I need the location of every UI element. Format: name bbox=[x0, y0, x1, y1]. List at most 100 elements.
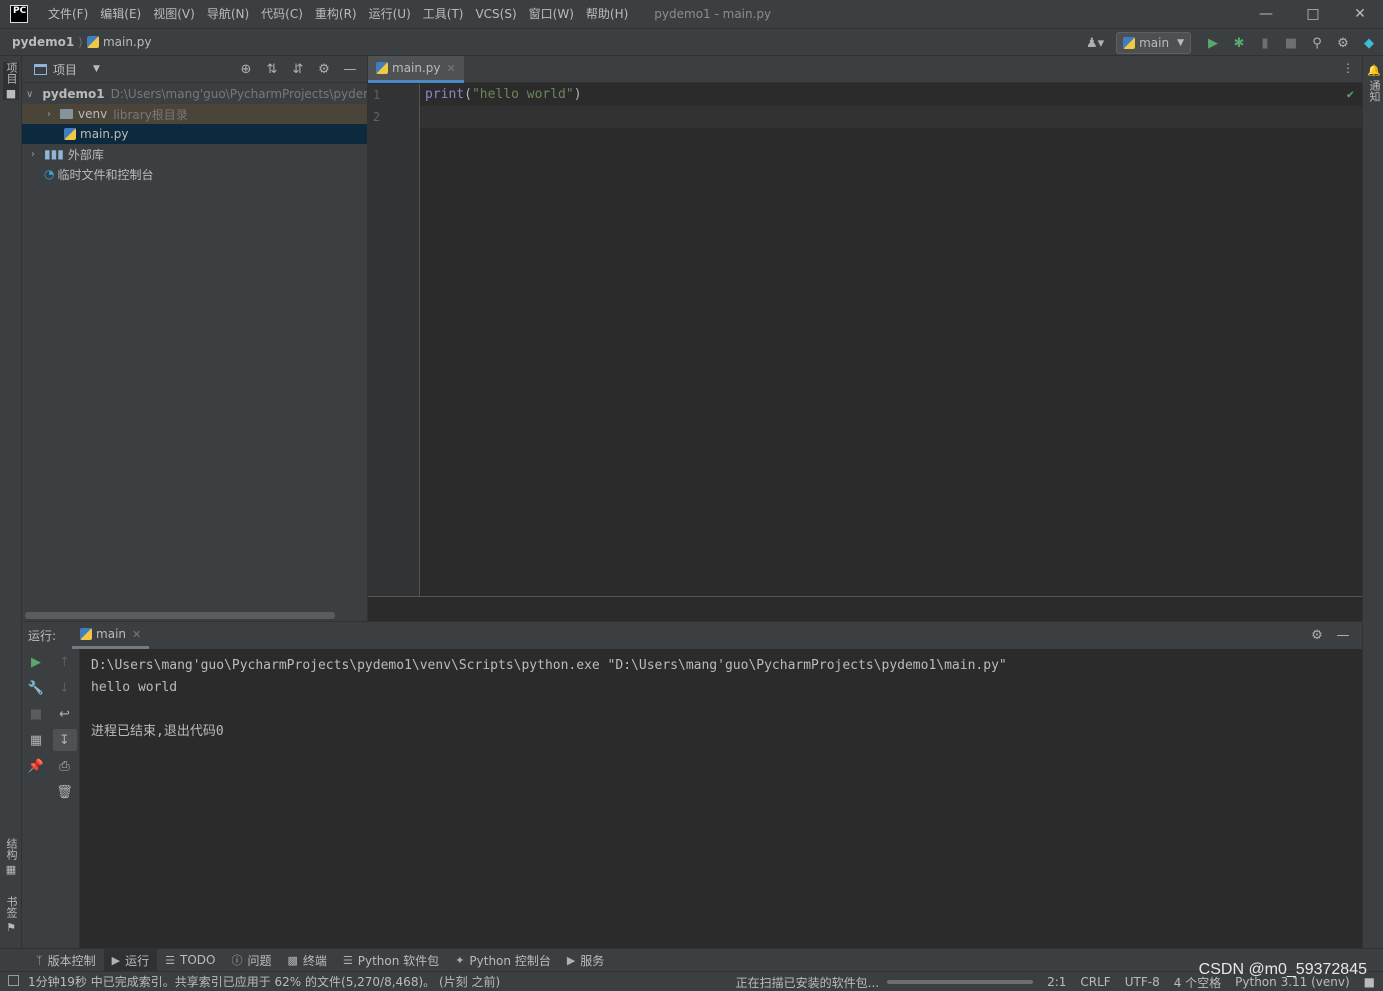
chevron-down-icon: ▼ bbox=[1177, 38, 1184, 48]
run-tab-label: main bbox=[96, 627, 127, 641]
menu-tools[interactable]: 工具(T) bbox=[417, 0, 470, 28]
locate-file-icon[interactable]: ⊕ bbox=[233, 62, 259, 77]
menu-edit[interactable]: 编辑(E) bbox=[94, 0, 147, 28]
tree-item-hint: library根目录 bbox=[113, 107, 188, 122]
bookmarks-tool-tab[interactable]: 书签 ⚑ bbox=[3, 896, 19, 934]
options-gear-icon[interactable]: ⚙ bbox=[311, 62, 337, 77]
notifications-tool-tab[interactable]: 🔔 通知 bbox=[1366, 64, 1382, 102]
tool-problems[interactable]: ⓘ 问题 bbox=[223, 949, 279, 972]
tool-version-control[interactable]: ᛉ 版本控制 bbox=[28, 949, 104, 972]
tab-main-py[interactable]: main.py ✕ bbox=[368, 56, 464, 83]
minimize-icon[interactable]: — bbox=[1243, 0, 1289, 28]
close-window-icon[interactable]: ✕ bbox=[1337, 0, 1383, 28]
scratches-icon: ◔ bbox=[44, 167, 55, 181]
collapse-all-icon[interactable]: ⇵ bbox=[285, 62, 311, 77]
run-panel-header: 运行: main ✕ ⚙ — bbox=[22, 622, 1362, 649]
inspection-ok-check-icon[interactable]: ✔ bbox=[1347, 87, 1354, 101]
menu-window[interactable]: 窗口(W) bbox=[523, 0, 580, 28]
soft-wrap-icon[interactable]: ↩ bbox=[53, 703, 77, 725]
menu-refactor[interactable]: 重构(R) bbox=[309, 0, 363, 28]
layers-icon: ☰ bbox=[342, 953, 353, 967]
tool-terminal[interactable]: ▩ 终端 bbox=[279, 949, 334, 972]
chevron-right-icon[interactable]: › bbox=[42, 109, 56, 120]
code-line[interactable]: print("hello world") bbox=[420, 84, 1362, 106]
run-panel: 运行: main ✕ ⚙ — ▶ 🔧 ■ ▦ 📌 ↑ ↓ ↩ ↧ ⎙ 🗑 D:\… bbox=[22, 621, 1362, 949]
menu-help[interactable]: 帮助(H) bbox=[580, 0, 634, 28]
notifications-tool-tab-label: 通知 bbox=[1368, 80, 1381, 103]
line-number: 2 bbox=[373, 110, 381, 124]
structure-tool-tab[interactable]: 结构 ▦ bbox=[3, 838, 19, 876]
rerun-icon[interactable]: ▶ bbox=[24, 651, 48, 673]
tree-item-label: main.py bbox=[80, 127, 129, 141]
status-message[interactable]: 1分钟19秒 中已完成索引。共享索引已应用于 62% 的文件(5,270/8,4… bbox=[28, 973, 500, 990]
project-view-selector[interactable]: 项目 ▼ bbox=[34, 61, 100, 78]
menu-code[interactable]: 代码(C) bbox=[255, 0, 309, 28]
code-token-paren: ) bbox=[573, 87, 582, 102]
console-output[interactable]: D:\Users\mang'guo\PycharmProjects\pydemo… bbox=[80, 649, 1362, 948]
coverage-icon[interactable]: ▮ bbox=[1253, 31, 1277, 55]
expand-all-icon[interactable]: ⇅ bbox=[259, 62, 285, 77]
code-token-function: print bbox=[425, 87, 465, 102]
tree-item-venv[interactable]: › venv library根目录 bbox=[22, 104, 367, 124]
window-title: pydemo1 - main.py bbox=[654, 7, 772, 21]
run-config-select[interactable]: main ▼ bbox=[1116, 32, 1191, 54]
chevron-right-icon[interactable]: › bbox=[26, 149, 40, 160]
arrow-up-icon[interactable]: ↑ bbox=[53, 651, 77, 673]
breadcrumb-project[interactable]: pydemo1 bbox=[12, 35, 74, 49]
background-task-label[interactable]: 正在扫描已安装的软件包... bbox=[736, 974, 879, 991]
settings-gear-icon[interactable]: ⚙ bbox=[1331, 31, 1355, 55]
tree-item-pydemo1[interactable]: ∨ pydemo1 D:\Users\mang'guo\PycharmProje… bbox=[22, 84, 367, 104]
tool-python-packages[interactable]: ☰ Python 软件包 bbox=[335, 949, 447, 972]
code-line-current[interactable] bbox=[420, 106, 1362, 128]
run-icon[interactable]: ▶ bbox=[1201, 31, 1225, 55]
menu-navigate[interactable]: 导航(N) bbox=[201, 0, 255, 28]
tool-services[interactable]: ▶ 服务 bbox=[559, 949, 612, 972]
menu-file[interactable]: 文件(F) bbox=[42, 0, 94, 28]
stop-icon[interactable]: ■ bbox=[1279, 31, 1303, 55]
horizontal-scrollbar[interactable] bbox=[25, 612, 335, 619]
edit-config-wrench-icon[interactable]: 🔧 bbox=[24, 677, 48, 699]
hide-panel-icon[interactable]: — bbox=[1330, 628, 1356, 643]
restore-layout-icon[interactable]: ▦ bbox=[24, 729, 48, 751]
pin-tab-icon[interactable]: 📌 bbox=[24, 755, 48, 777]
tool-python-console[interactable]: ✦ Python 控制台 bbox=[447, 949, 559, 972]
print-icon[interactable]: ⎙ bbox=[53, 755, 77, 777]
maximize-icon[interactable]: □ bbox=[1290, 0, 1336, 28]
search-icon[interactable]: ⚲ bbox=[1305, 31, 1329, 55]
tree-item-external-libraries[interactable]: › ▮▮▮ 外部库 bbox=[22, 144, 367, 164]
caret-position[interactable]: 2:1 bbox=[1047, 975, 1066, 989]
toggle-tool-windows-icon[interactable] bbox=[8, 975, 19, 986]
hide-panel-icon[interactable]: — bbox=[337, 62, 363, 77]
breadcrumb-file[interactable]: main.py bbox=[86, 35, 151, 49]
left-tool-stripe: 项目 ■ 结构 ▦ 书签 ⚑ bbox=[0, 56, 22, 948]
menu-view[interactable]: 视图(V) bbox=[147, 0, 201, 28]
vcs-user-icon[interactable]: ♟▾ bbox=[1080, 31, 1110, 55]
more-options-icon[interactable]: ⋮ bbox=[1342, 61, 1354, 75]
code-with-me-icon[interactable]: ◆ bbox=[1357, 31, 1381, 55]
tree-item-scratches[interactable]: ◔ 临时文件和控制台 bbox=[22, 164, 367, 184]
menu-run[interactable]: 运行(U) bbox=[363, 0, 417, 28]
close-tab-icon[interactable]: ✕ bbox=[447, 62, 456, 75]
arrow-down-icon[interactable]: ↓ bbox=[53, 677, 77, 699]
file-encoding[interactable]: UTF-8 bbox=[1125, 975, 1160, 989]
tool-todo[interactable]: ☰ TODO bbox=[157, 949, 223, 972]
chevron-down-icon[interactable]: ∨ bbox=[26, 89, 33, 100]
menu-vcs[interactable]: VCS(S) bbox=[469, 0, 522, 28]
run-tab-main[interactable]: main ✕ bbox=[72, 622, 150, 649]
tree-item-label: 外部库 bbox=[67, 147, 104, 162]
project-tool-tab[interactable]: 项目 ■ bbox=[3, 62, 19, 100]
project-panel: 项目 ▼ ⊕ ⇅ ⇵ ⚙ — ∨ pydemo1 D:\Users\mang'g… bbox=[22, 56, 368, 621]
tool-run[interactable]: ▶ 运行 bbox=[103, 948, 158, 972]
scroll-to-end-icon[interactable]: ↧ bbox=[52, 729, 77, 751]
tree-item-label: venv bbox=[78, 107, 108, 121]
stop-icon[interactable]: ■ bbox=[24, 703, 48, 725]
line-separator[interactable]: CRLF bbox=[1080, 975, 1110, 989]
debug-icon[interactable]: ✱ bbox=[1227, 31, 1251, 55]
python-icon bbox=[80, 628, 93, 640]
code-editor[interactable]: print("hello world") ✔ bbox=[420, 84, 1362, 596]
trash-icon[interactable]: 🗑 bbox=[53, 781, 77, 803]
close-tab-icon[interactable]: ✕ bbox=[132, 628, 141, 641]
run-panel-label: 运行: bbox=[28, 629, 57, 643]
settings-gear-icon[interactable]: ⚙ bbox=[1304, 628, 1330, 643]
tree-item-main-py[interactable]: main.py bbox=[22, 124, 367, 144]
